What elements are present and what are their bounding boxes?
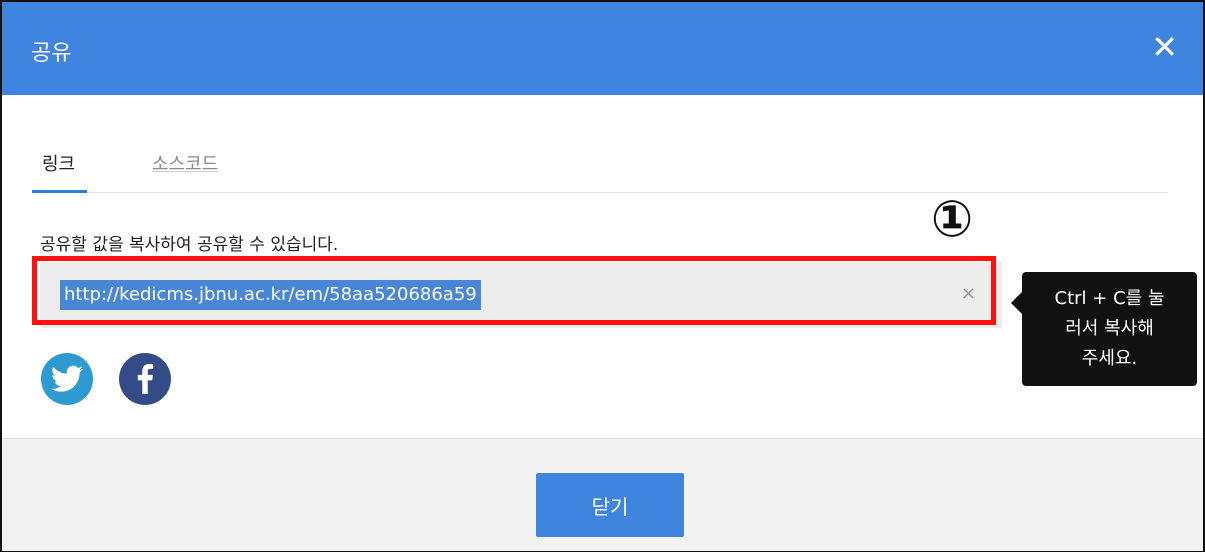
tooltip-line-2: 러서 복사해 <box>1065 318 1154 339</box>
annotation-number: ① <box>930 190 974 248</box>
copy-tooltip: Ctrl + C를 눌 러서 복사해 주세요. <box>1011 272 1197 386</box>
clear-icon[interactable]: × <box>961 283 976 304</box>
tab-link[interactable]: 링크 <box>31 150 88 193</box>
share-description: 공유할 값을 복사하여 공유할 수 있습니다. <box>40 235 339 255</box>
twitter-share-button[interactable] <box>41 353 93 405</box>
dialog-header: 공유 ✕ <box>2 2 1203 95</box>
share-dialog: 공유 ✕ 링크 소스코드 공유할 값을 복사하여 공유할 수 있습니다. ① h… <box>0 0 1205 552</box>
tab-source-code[interactable]: 소스코드 <box>152 150 218 176</box>
dialog-footer: 닫기 <box>2 438 1203 551</box>
tooltip-line-3: 주세요. <box>1081 348 1138 369</box>
close-button[interactable]: 닫기 <box>536 473 684 537</box>
facebook-icon <box>137 364 154 394</box>
close-icon[interactable]: ✕ <box>1151 28 1178 66</box>
facebook-share-button[interactable] <box>119 353 171 405</box>
link-url-text[interactable]: http://kedicms.jbnu.ac.kr/em/58aa520686a… <box>60 280 481 310</box>
link-input-field[interactable]: http://kedicms.jbnu.ac.kr/em/58aa520686a… <box>40 262 1002 328</box>
twitter-icon <box>51 365 83 392</box>
dialog-title: 공유 <box>31 41 72 66</box>
tab-bar: 링크 소스코드 <box>31 132 1168 193</box>
tooltip-line-1: Ctrl + C를 눌 <box>1054 288 1165 309</box>
